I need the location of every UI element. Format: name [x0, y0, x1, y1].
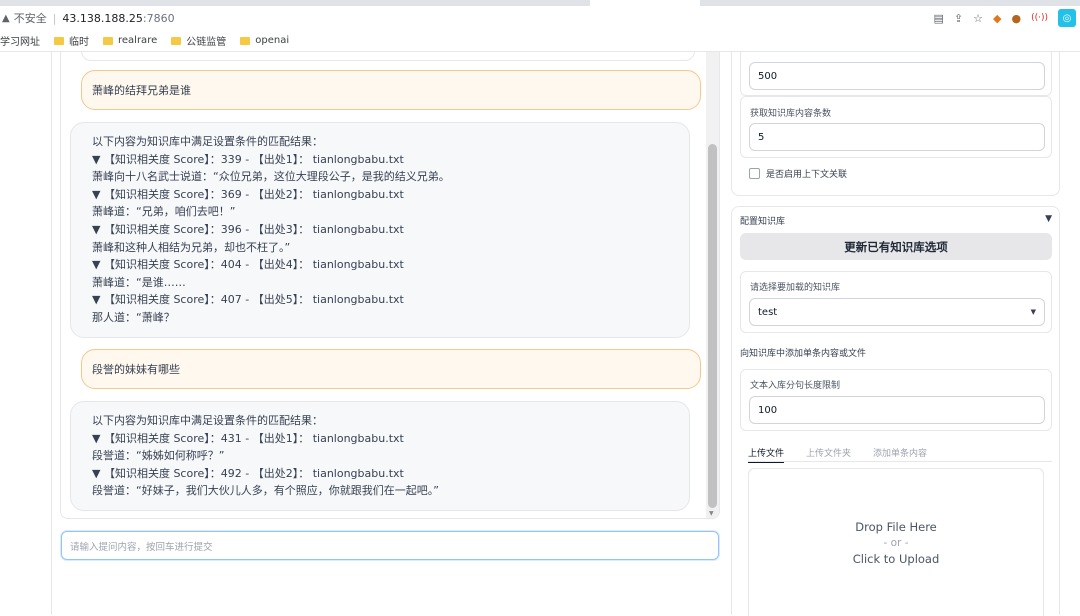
- scroll-down-arrow-icon[interactable]: ▼: [709, 510, 714, 517]
- insecure-label: 不安全: [13, 12, 47, 25]
- upload-drop-text: Drop File Here: [855, 519, 937, 534]
- bot-message-line: ▼ 【知识相关度 Score】：369 - 【出处2】： tianlongbab…: [92, 187, 404, 201]
- user-message: 段誉的妹妹有哪些: [81, 349, 701, 389]
- bot-message-line: 萧峰道：“是谁……: [92, 275, 186, 289]
- bot-message-line: 段誉道：“好妹子，我们大伙儿人多，有个照应，你就跟我们在一起吧。”: [92, 484, 439, 498]
- bookmark-item[interactable]: 学习网址: [0, 33, 40, 48]
- context-checkbox[interactable]: [749, 168, 760, 179]
- bot-message-line: 那人道：“萧峰？: [92, 310, 175, 324]
- knowledge-base-card: 配置知识库 ▼ 更新已有知识库选项 请选择要加载的知识库 test ▼ 向知识库…: [731, 206, 1060, 616]
- chat-scrollbar-thumb[interactable]: [708, 144, 717, 508]
- bot-message-line: 段誉道：“姊姊如何称呼？”: [92, 449, 225, 463]
- folder-icon: [103, 36, 113, 45]
- bookmark-item[interactable]: openai: [240, 35, 289, 46]
- extension-icon[interactable]: ●: [1011, 12, 1021, 25]
- bot-message-line: ▼ 【知识相关度 Score】：396 - 【出处3】： tianlongbab…: [92, 222, 404, 236]
- bot-message-line: 以下内容为知识库中满足设置条件的匹配结果：: [92, 135, 323, 148]
- metamask-icon[interactable]: ◆: [993, 12, 1001, 25]
- knowledge-base-select[interactable]: test ▼: [749, 298, 1045, 326]
- bot-message-line: ▼ 【知识相关度 Score】：339 - 【出处1】： tianlongbab…: [92, 152, 404, 166]
- bookmark-label: 临时: [69, 37, 89, 48]
- chunk-length-label: 文本入库分句长度限制: [750, 381, 841, 391]
- knowledge-base-header[interactable]: 配置知识库 ▼: [740, 214, 1052, 227]
- browser-chrome: ▲ 不安全 | 43.138.188.25:7860 ▤ ⇪ ☆ ◆ ● ((·…: [0, 0, 1080, 52]
- dropdown-arrow-icon[interactable]: ▼: [1031, 308, 1036, 316]
- knowledge-count-value: 5: [758, 131, 765, 143]
- bookmark-label: 学习网址: [0, 37, 40, 48]
- bot-message-line: 以下内容为知识库中满足设置条件的匹配结果：: [92, 414, 323, 427]
- chunk-length-input[interactable]: 100: [749, 396, 1045, 424]
- context-checkbox-label: 是否启用上下文关联: [766, 170, 848, 180]
- bookmark-star-icon[interactable]: ☆: [973, 12, 983, 25]
- url-port: :7860: [142, 11, 175, 25]
- bookmark-item[interactable]: 临时: [54, 33, 89, 48]
- knowledge-count-label: 获取知识库内容条数: [750, 109, 832, 119]
- knowledge-count-input[interactable]: 5: [749, 123, 1045, 151]
- extension-signal-icon[interactable]: ((·)): [1031, 13, 1048, 23]
- folder-icon: [54, 36, 64, 45]
- tabs-divider: [748, 461, 1052, 462]
- bookmark-label: realrare: [118, 35, 158, 46]
- bot-message-line: 萧峰道：“兄弟，咱们去吧！”: [92, 205, 236, 219]
- first-setting-input[interactable]: 500: [749, 62, 1045, 90]
- add-content-section-label: 向知识库中添加单条内容或文件: [740, 349, 867, 359]
- upload-click-text: Click to Upload: [852, 551, 940, 566]
- address-bar[interactable]: ▲ 不安全 | 43.138.188.25:7860 ▤ ⇪ ☆ ◆ ● ((·…: [0, 6, 1080, 30]
- collapse-caret-icon[interactable]: ▼: [1045, 214, 1052, 227]
- settings-card: 500 获取知识库内容条数 5 是否启用上下文关联: [731, 52, 1060, 196]
- bot-message-line: ▼ 【知识相关度 Score】：431 - 【出处1】： tianlongbab…: [92, 431, 404, 445]
- bot-message-line: ▼ 【知识相关度 Score】：404 - 【出处4】： tianlongbab…: [92, 258, 404, 272]
- chunk-length-field: 文本入库分句长度限制 100: [740, 369, 1052, 431]
- bot-message-line: ▼ 【知识相关度 Score】：407 - 【出处5】： tianlongbab…: [92, 293, 404, 307]
- bot-message: 以下内容为知识库中满足设置条件的匹配结果： ▼ 【知识相关度 Score】：33…: [70, 122, 690, 338]
- chat-panel: 萧峰的结拜兄弟是谁 以下内容为知识库中满足设置条件的匹配结果： ▼ 【知识相关度…: [60, 52, 720, 519]
- bot-message: 以下内容为知识库中满足设置条件的匹配结果： ▼ 【知识相关度 Score】：43…: [70, 401, 690, 511]
- address-separator: |: [52, 11, 57, 25]
- warning-icon: ▲: [2, 12, 10, 24]
- chat-scrollbar[interactable]: ▼: [706, 52, 719, 518]
- page-divider: [51, 52, 52, 615]
- knowledge-base-select-value: test: [758, 306, 778, 318]
- user-message-text: 萧峰的结拜兄弟是谁: [92, 84, 191, 97]
- bot-message-line: ▼ 【知识相关度 Score】：492 - 【出处2】： tianlongbab…: [92, 466, 404, 480]
- bookmark-label: 公链监管: [186, 37, 227, 48]
- share-icon[interactable]: ⇪: [954, 12, 963, 25]
- context-checkbox-row[interactable]: 是否启用上下文关联: [749, 167, 847, 180]
- upload-or-text: - or -: [883, 536, 909, 549]
- first-setting-field: 500: [740, 52, 1052, 96]
- chunk-length-value: 100: [758, 404, 778, 416]
- knowledge-base-title: 配置知识库: [740, 217, 786, 227]
- folder-icon: [240, 36, 251, 45]
- previous-message-fragment: [81, 52, 695, 61]
- bookmark-item[interactable]: 公链监管: [171, 33, 226, 48]
- folder-icon: [171, 36, 182, 45]
- knowledge-base-select-label: 请选择要加载的知识库: [750, 283, 841, 293]
- bookmark-label: openai: [255, 35, 290, 46]
- knowledge-base-select-field: 请选择要加载的知识库 test ▼: [740, 271, 1052, 333]
- update-knowledge-base-button[interactable]: 更新已有知识库选项: [740, 233, 1052, 260]
- bot-message-line: 萧峰向十八名武士说道：“众位兄弟，这位大理段公子，是我的结义兄弟。: [92, 170, 450, 184]
- bot-message-line: 萧峰和这种人相结为兄弟，却也不枉了。”: [92, 240, 291, 254]
- browser-toolbar: ▤ ⇪ ☆ ◆ ● ((·)) ◎: [934, 6, 1076, 30]
- bookmark-item[interactable]: realrare: [103, 35, 157, 46]
- bookmarks-bar: 学习网址 临时 realrare 公链监管 openai: [0, 30, 1080, 52]
- translate-icon[interactable]: ▤: [934, 12, 944, 25]
- first-setting-value: 500: [758, 70, 778, 82]
- user-message-text: 段誉的妹妹有哪些: [92, 363, 180, 376]
- extension-app-icon[interactable]: ◎: [1058, 9, 1076, 27]
- user-message: 萧峰的结拜兄弟是谁: [81, 70, 701, 110]
- question-input[interactable]: 请输入提问内容，按回车进行提交: [61, 531, 719, 560]
- question-input-placeholder: 请输入提问内容，按回车进行提交: [70, 541, 213, 553]
- file-upload-dropzone[interactable]: Drop File Here - or - Click to Upload: [748, 468, 1044, 616]
- knowledge-count-field: 获取知识库内容条数 5: [740, 96, 1052, 158]
- url-host: 43.138.188.25: [62, 11, 143, 25]
